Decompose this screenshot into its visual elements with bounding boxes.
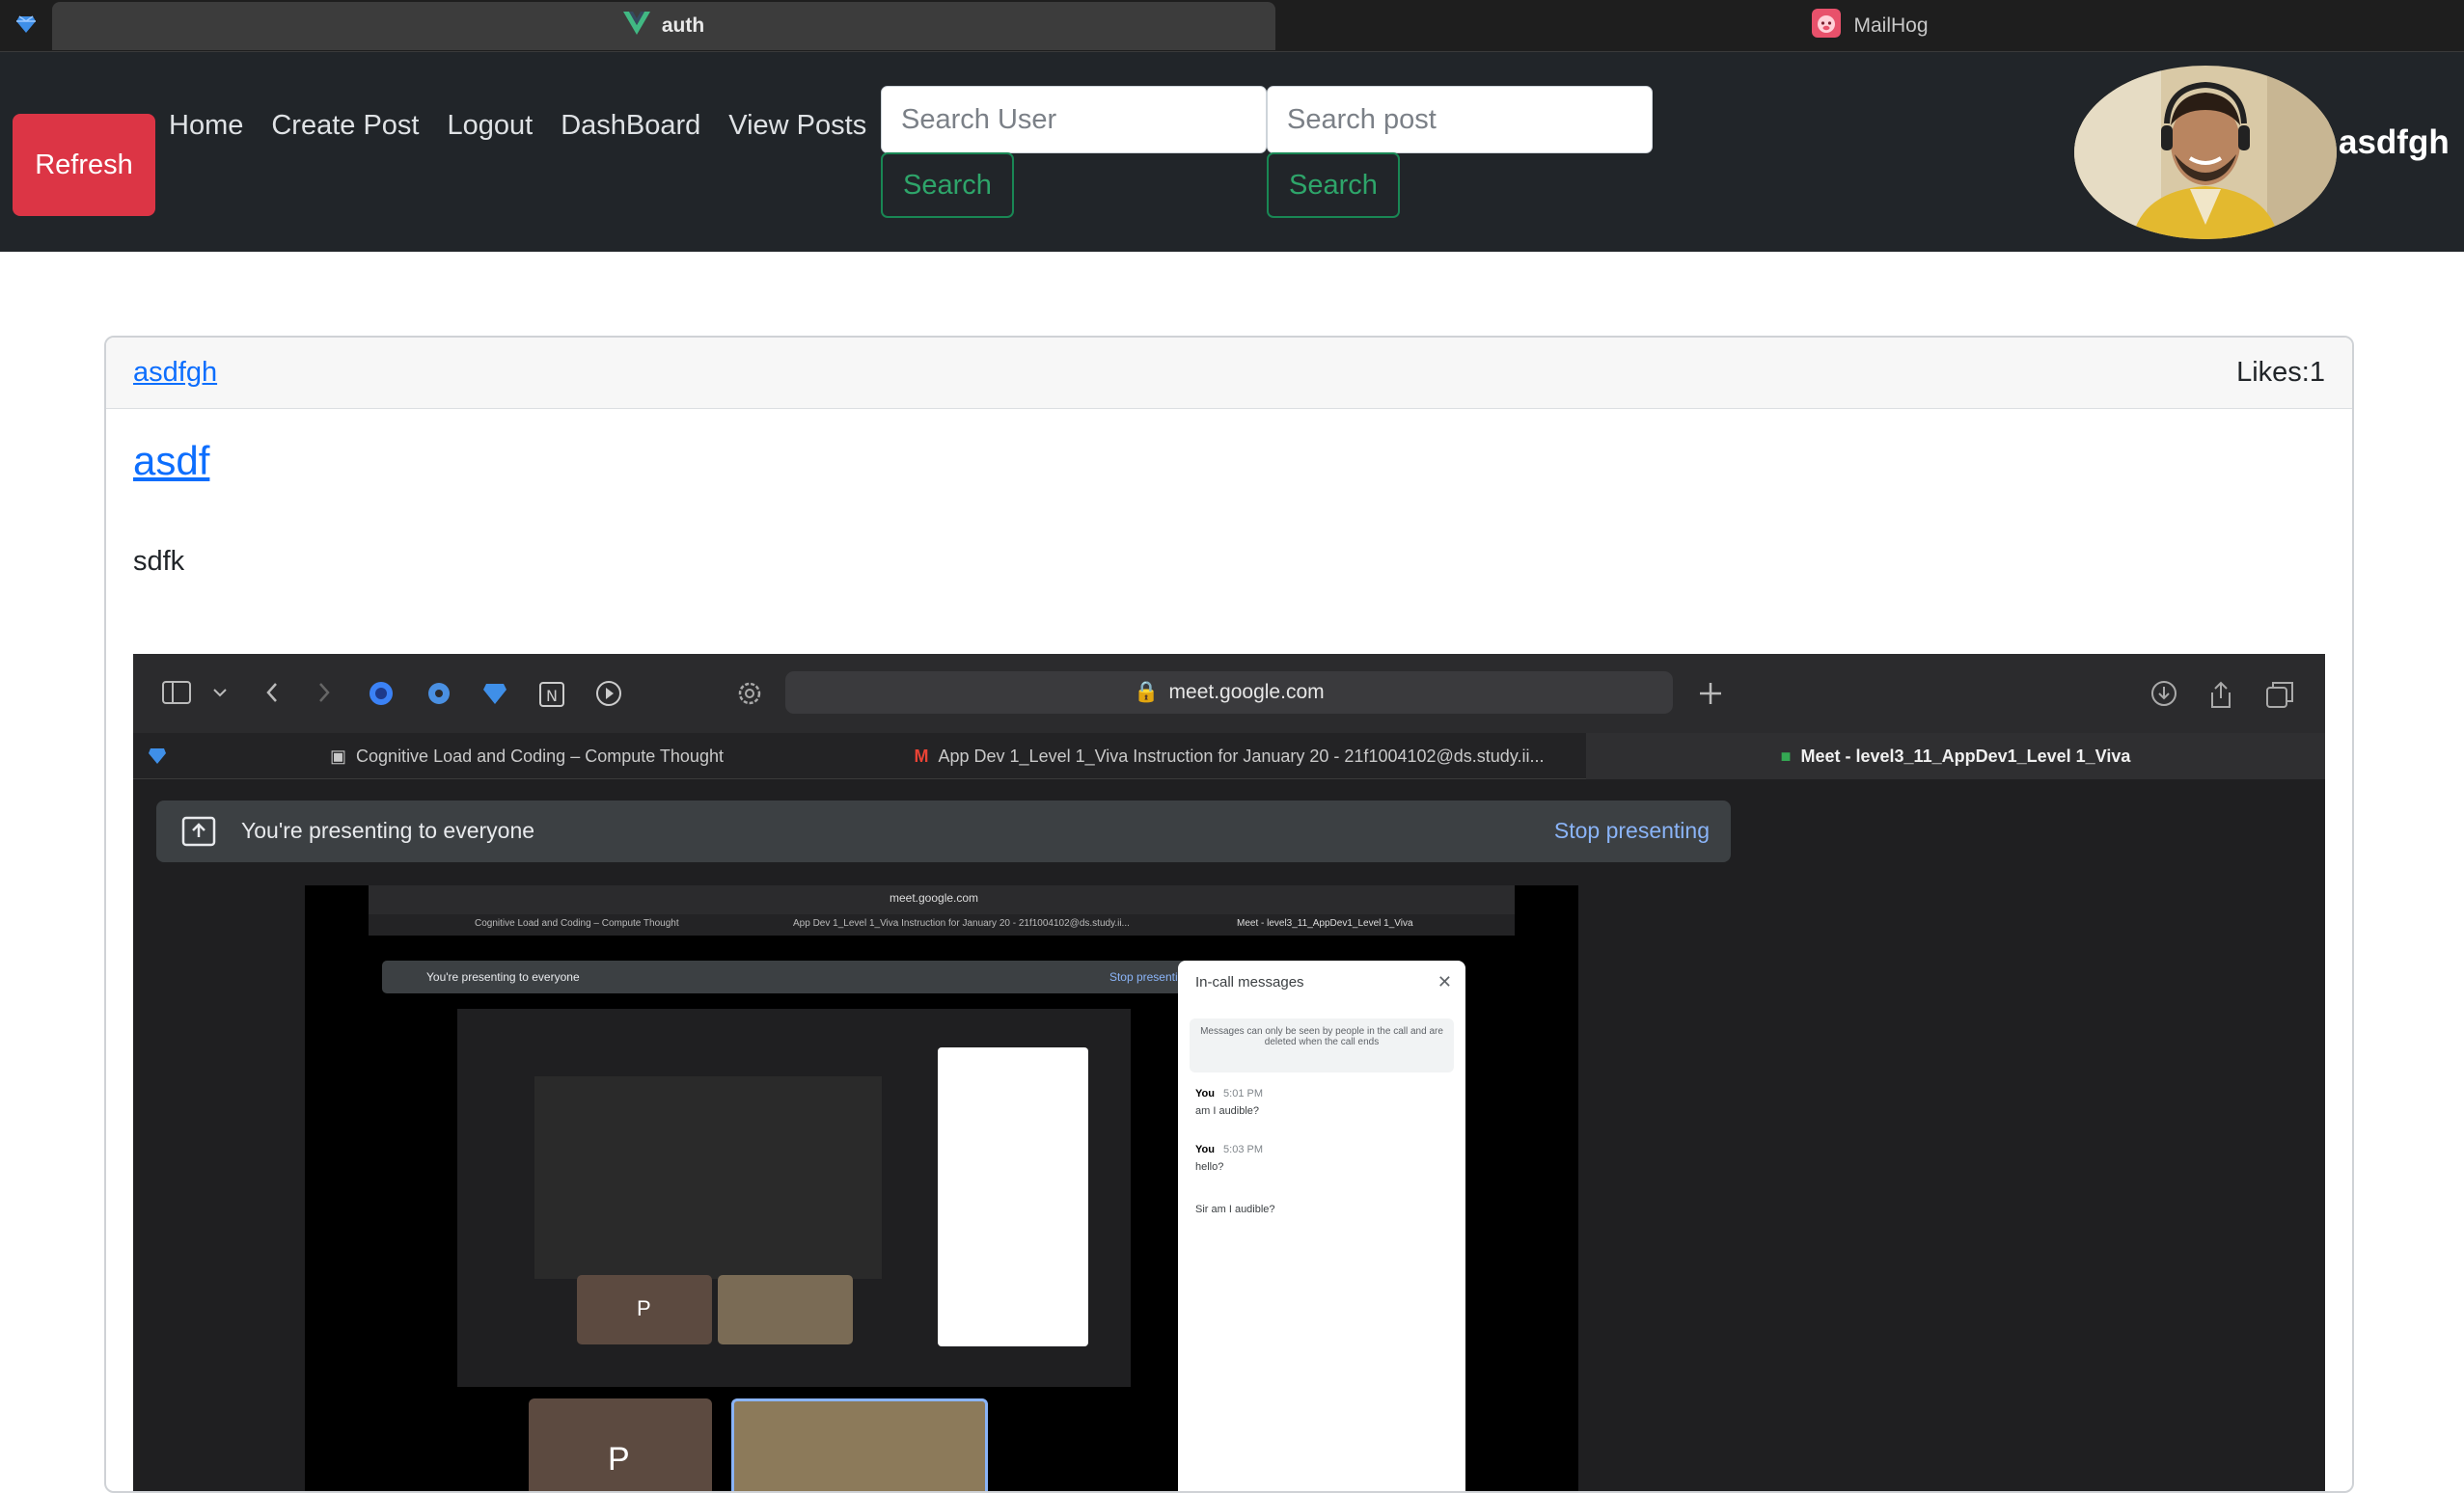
stop-presenting-link: Stop presenting [1553, 818, 1710, 843]
diamond-icon [149, 748, 166, 764]
play-icon [596, 681, 621, 706]
nested-toolbar: meet.google.com [369, 885, 1515, 914]
search-user-input[interactable] [881, 86, 1267, 153]
chevron-down-icon [213, 689, 227, 697]
image-url-bar: 🔒 meet.google.com [785, 671, 1673, 714]
sidebar-icon [162, 681, 191, 704]
tab-mailhog[interactable]: MailHog [1275, 2, 2464, 50]
lock-icon: 🔒 [1134, 681, 1160, 703]
vue-logo-icon [622, 12, 650, 41]
pinned-tab[interactable] [0, 0, 52, 52]
forward-icon [319, 683, 330, 702]
search-post-button[interactable]: Search [1267, 152, 1400, 218]
gear-extension-icon [428, 683, 450, 704]
image-tab-3: ■ Meet - level3_11_AppDev1_Level 1_Viva [1586, 733, 2325, 779]
participant-tile: P [529, 1398, 712, 1491]
present-icon [181, 816, 216, 847]
panel-title: In-call messages [1195, 974, 1304, 991]
meet-icon: ■ [1780, 746, 1792, 766]
svg-text:N: N [546, 687, 558, 705]
post-title-link[interactable]: asdf [133, 438, 209, 484]
diamond-icon [15, 14, 37, 40]
nav-link-dashboard[interactable]: DashBoard [561, 104, 700, 147]
browser-tab-strip: auth MailHog [0, 0, 2464, 52]
camera-tile [731, 1398, 988, 1491]
chat-message: Sir am I audible? [1195, 1204, 1275, 1215]
panel-notice: Messages can only be seen by people in t… [1190, 1018, 1454, 1072]
nav-link-home[interactable]: Home [169, 104, 243, 147]
search-user-button[interactable]: Search [881, 152, 1014, 218]
notion-icon: N [539, 682, 564, 707]
plus-icon [1700, 683, 1721, 704]
nested-banner: You're presenting to everyone Stop prese… [382, 961, 1202, 993]
image-tab-1: ▣ Cognitive Load and Coding – Compute Th… [330, 746, 724, 766]
navbar: Refresh Home Create Post Logout DashBoar… [0, 52, 2464, 252]
post-card-header: asdfgh Likes:1 [106, 338, 2352, 409]
nav-link-create-post[interactable]: Create Post [271, 104, 419, 147]
chat-message: You 5:03 PM hello? [1195, 1144, 1263, 1173]
post-likes: Likes:1 [2236, 357, 2325, 388]
image-browser-toolbar: N 🔒 meet.google.com [133, 654, 2325, 733]
image-tab-strip: ▣ Cognitive Load and Coding – Compute Th… [133, 733, 2325, 779]
image-url-text: meet.google.com [1168, 681, 1325, 703]
nested-tabs: Cognitive Load and Coding – Compute Thou… [369, 914, 1515, 936]
post-image: N 🔒 meet.google.com ▣ Cognitive Load and… [133, 654, 2325, 1491]
nested-inner-screen: P [457, 1009, 1131, 1387]
chat-message: You 5:01 PM am I audible? [1195, 1088, 1263, 1117]
nav-link-logout[interactable]: Logout [448, 104, 534, 147]
in-call-messages-panel: In-call messages ✕ Messages can only be … [1178, 961, 1465, 1491]
image-tab-2: M App Dev 1_Level 1_Viva Instruction for… [914, 746, 1545, 766]
tab-label: MailHog [1853, 14, 1929, 37]
extension-circle-icon [370, 682, 393, 705]
back-icon [266, 683, 277, 702]
diamond-icon [483, 684, 506, 704]
presenting-message: You're presenting to everyone [241, 818, 535, 843]
nested-url: meet.google.com [890, 891, 979, 905]
close-icon: ✕ [1437, 972, 1452, 991]
nav-link-view-posts[interactable]: View Posts [728, 104, 866, 147]
search-post-input[interactable] [1267, 86, 1653, 153]
tab-auth[interactable]: auth [52, 2, 1275, 50]
download-icon [2151, 681, 2177, 706]
tabs-overview-icon [2266, 682, 2293, 708]
mailhog-pig-icon [1811, 8, 1842, 44]
post-author-link[interactable]: asdfgh [133, 357, 217, 389]
nested-camera-tile [718, 1275, 853, 1344]
image-pinned-tab [133, 733, 181, 779]
tab-label: auth [661, 14, 705, 37]
share-icon [2211, 681, 2231, 708]
gmail-icon: M [914, 746, 929, 766]
avatar[interactable] [2074, 66, 2337, 239]
username: asdfgh [2339, 123, 2450, 161]
settings-icon [738, 682, 761, 705]
presenting-banner: You're presenting to everyone Stop prese… [156, 801, 1731, 862]
nested-participant-tile: P [577, 1275, 712, 1344]
nav-links: Home Create Post Logout DashBoard View P… [169, 104, 866, 147]
page-icon: ▣ [330, 746, 347, 766]
refresh-button[interactable]: Refresh [13, 114, 155, 216]
post-card: asdfgh Likes:1 asdf sdfk N 🔒 meet.google… [104, 336, 2354, 1493]
post-body: sdfk [133, 546, 185, 577]
